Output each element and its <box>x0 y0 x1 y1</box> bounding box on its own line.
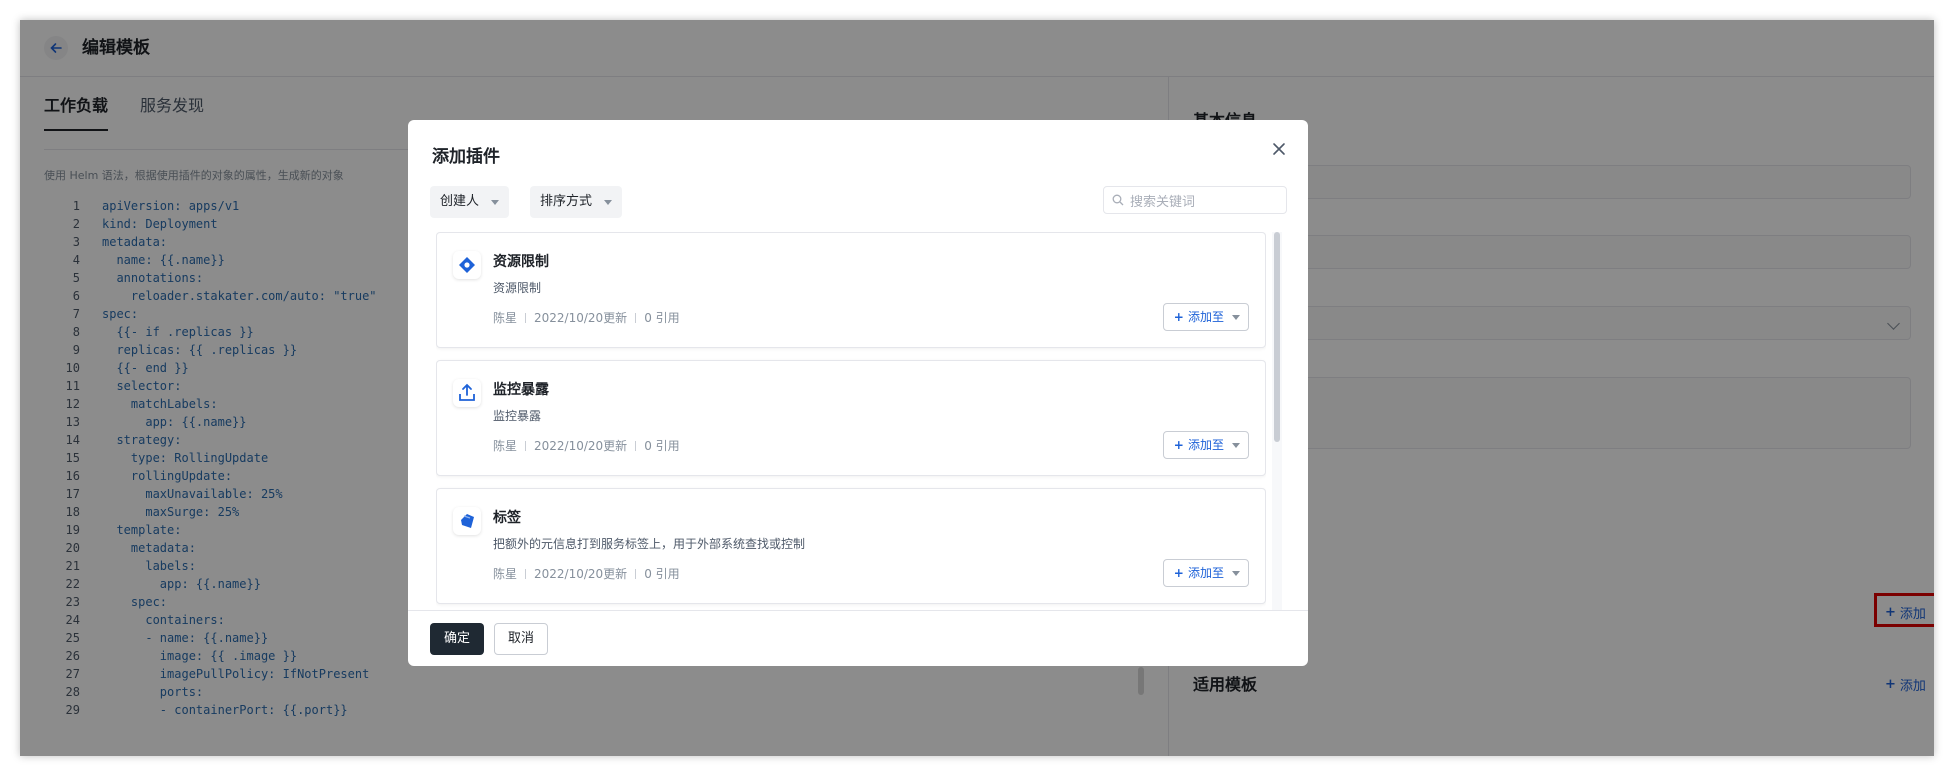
creator-filter-label: 创建人 <box>440 194 480 209</box>
cancel-button[interactable]: 取消 <box>494 623 548 655</box>
plugin-meta: 陈星 2022/10/20更新 0 引用 <box>493 437 680 454</box>
plugin-refs: 0 引用 <box>644 567 680 581</box>
caret-down-icon <box>491 200 500 205</box>
plugin-author: 陈星 <box>493 567 518 581</box>
plugin-meta: 陈星 2022/10/20更新 0 引用 <box>493 565 680 582</box>
plugin-name: 标签 <box>493 510 521 526</box>
plugin-desc: 资源限制 <box>493 281 542 295</box>
modal-footer: 确定 取消 <box>408 610 1308 666</box>
close-icon[interactable] <box>1270 140 1288 158</box>
plugin-desc: 监控暴露 <box>493 409 542 423</box>
add-to-button[interactable]: + 添加至 <box>1162 559 1249 587</box>
confirm-button[interactable]: 确定 <box>430 623 484 655</box>
search-input[interactable]: 搜索关键词 <box>1103 186 1287 214</box>
modal-title: 添加插件 <box>432 147 500 167</box>
sort-filter[interactable]: 排序方式 <box>530 186 623 218</box>
add-to-label: 添加至 <box>1187 310 1224 324</box>
list-scrollbar[interactable] <box>1274 232 1280 442</box>
plugin-desc: 把额外的元信息打到服务标签上，用于外部系统查找或控制 <box>493 537 806 551</box>
add-to-button[interactable]: + 添加至 <box>1162 431 1249 459</box>
plugin-list: 资源限制 资源限制 陈星 2022/10/20更新 0 引用 + 添加至 监控暴… <box>436 232 1266 610</box>
plugin-author: 陈星 <box>493 311 518 325</box>
app-window: 编辑模板 工作负载 服务发现 使用 Helm 语法，根据使用插件的对象的属性，生… <box>20 20 1934 756</box>
plugin-card[interactable]: 监控暴露 监控暴露 陈星 2022/10/20更新 0 引用 + 添加至 <box>436 360 1266 476</box>
plugin-refs: 0 引用 <box>644 311 680 325</box>
plugin-card[interactable]: 资源限制 资源限制 陈星 2022/10/20更新 0 引用 + 添加至 <box>436 232 1266 348</box>
caret-down-icon <box>1232 443 1240 448</box>
plugin-meta: 陈星 2022/10/20更新 0 引用 <box>493 309 680 326</box>
caret-down-icon <box>1232 315 1240 320</box>
upload-icon <box>453 379 481 407</box>
add-plugin-modal: 添加插件 创建人 排序方式 搜索关键词 资源限制 资源限制 陈星 2022/10… <box>408 120 1308 666</box>
add-to-label: 添加至 <box>1187 438 1224 452</box>
plugin-refs: 0 引用 <box>644 439 680 453</box>
plugin-updated: 2022/10/20更新 <box>534 439 628 453</box>
plus-icon: + <box>1173 438 1188 452</box>
plus-icon: + <box>1173 566 1188 580</box>
creator-filter[interactable]: 创建人 <box>430 186 510 218</box>
caret-down-icon <box>1232 571 1240 576</box>
plugin-name: 监控暴露 <box>493 382 549 398</box>
plugin-name: 资源限制 <box>493 254 549 270</box>
plus-icon: + <box>1173 310 1188 324</box>
search-placeholder: 搜索关键词 <box>1130 194 1196 210</box>
plugin-updated: 2022/10/20更新 <box>534 567 628 581</box>
plugin-author: 陈星 <box>493 439 518 453</box>
sort-filter-label: 排序方式 <box>540 194 593 209</box>
search-icon <box>1112 194 1124 206</box>
add-to-button[interactable]: + 添加至 <box>1162 303 1249 331</box>
diamond-icon <box>453 251 481 279</box>
tag-icon <box>453 507 481 535</box>
add-to-label: 添加至 <box>1187 566 1224 580</box>
plugin-card[interactable]: 标签 把额外的元信息打到服务标签上，用于外部系统查找或控制 陈星 2022/10… <box>436 488 1266 604</box>
plugin-updated: 2022/10/20更新 <box>534 311 628 325</box>
caret-down-icon <box>604 200 613 205</box>
